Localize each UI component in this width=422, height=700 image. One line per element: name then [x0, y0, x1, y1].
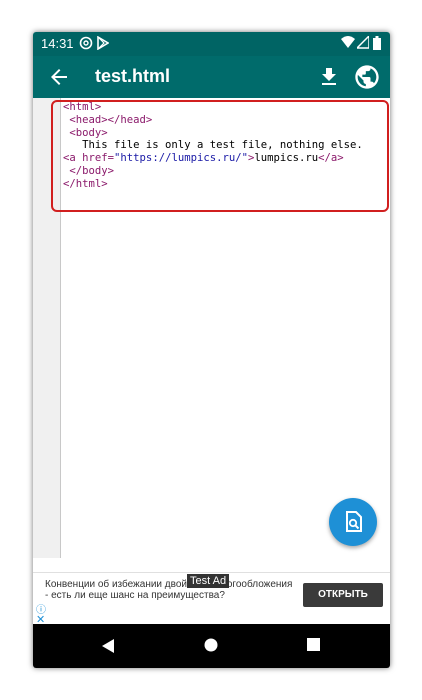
ad-open-button[interactable]: ОТКРЫТЬ	[303, 583, 383, 607]
phone-screen: 14:31 test.html <html> <head></head> <bo…	[33, 32, 390, 668]
download-icon	[322, 68, 336, 85]
play-store-icon	[97, 35, 110, 55]
nav-recents-icon[interactable]	[307, 638, 320, 656]
find-in-page-icon	[346, 511, 362, 532]
find-in-page-button[interactable]	[329, 498, 377, 546]
nav-back-icon[interactable]	[101, 638, 115, 659]
globe-icon	[355, 65, 379, 89]
at-sign-icon	[79, 36, 93, 55]
page-title: test.html	[95, 66, 171, 86]
status-time: 14:31	[41, 36, 74, 51]
nav-home-icon[interactable]	[204, 638, 218, 657]
ad-label: Test Ad	[187, 574, 230, 588]
signal-icon	[355, 34, 370, 54]
arrow-left-icon	[51, 69, 67, 85]
highlight-box	[51, 100, 389, 212]
back-button[interactable]	[47, 65, 71, 89]
open-in-browser-button[interactable]	[353, 63, 381, 91]
ad-text[interactable]: Конвенции об избежании двойного налогооб…	[45, 579, 295, 601]
status-bar: 14:31	[33, 32, 390, 56]
ad-banner[interactable]: Конвенции об избежании двойного налогооб…	[33, 572, 390, 626]
download-button[interactable]	[317, 65, 341, 89]
wifi-icon	[341, 36, 355, 54]
system-nav-bar	[33, 624, 390, 668]
app-toolbar: test.html	[33, 56, 390, 98]
battery-icon	[373, 36, 381, 55]
